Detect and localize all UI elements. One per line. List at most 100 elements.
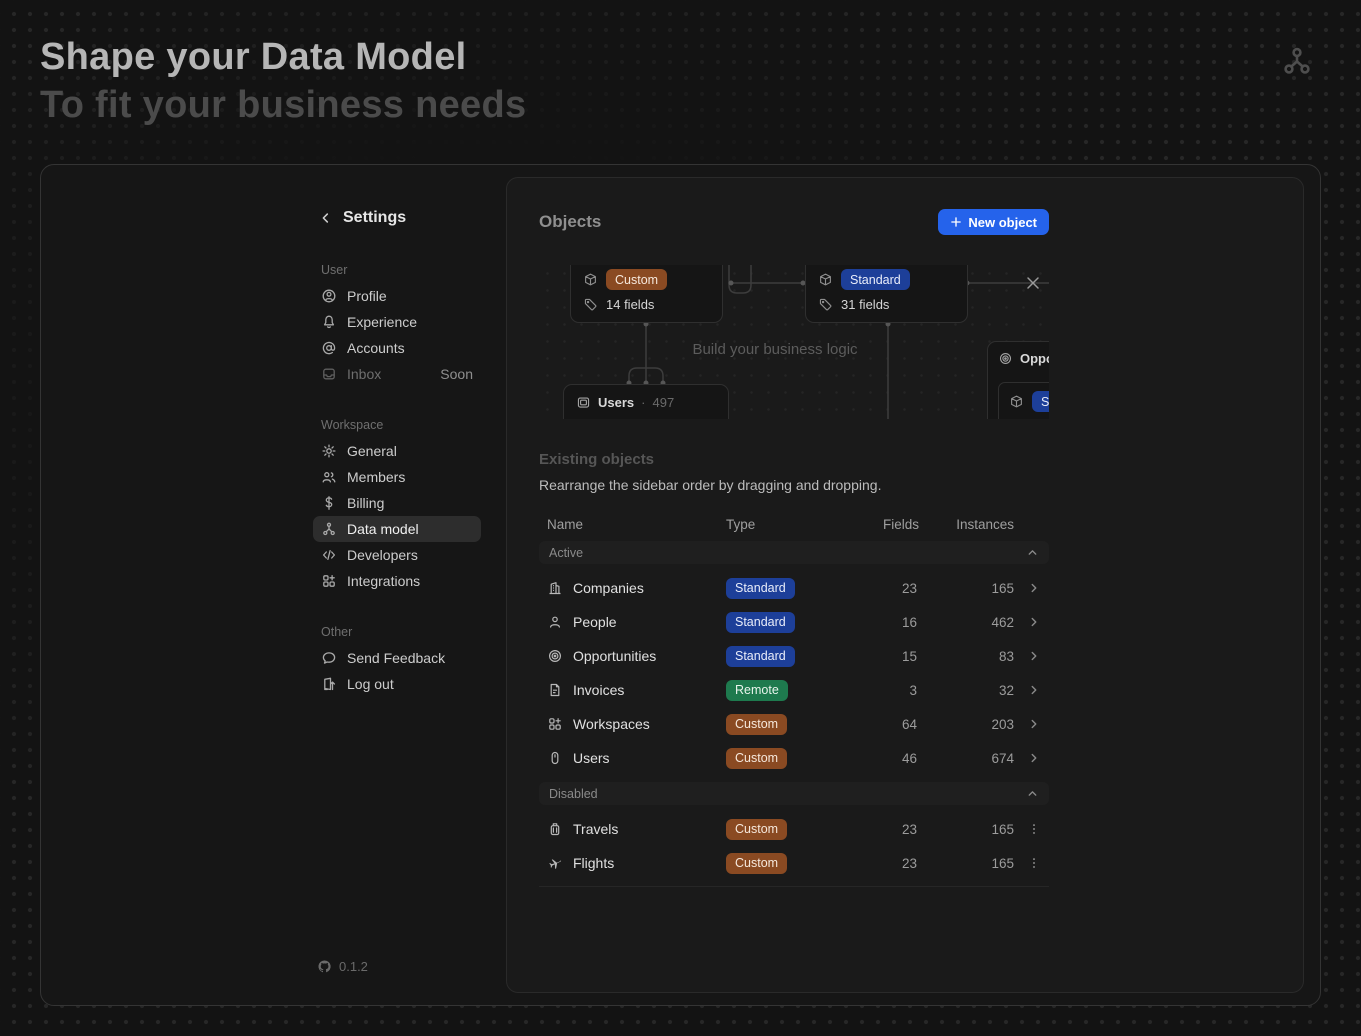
bell-icon: [321, 314, 337, 330]
settings-title: Settings: [343, 209, 406, 227]
fields-value: 16: [883, 615, 917, 630]
soon-badge: Soon: [440, 366, 473, 382]
fields-value: 23: [883, 822, 917, 837]
table-bottom-divider: [539, 886, 1049, 887]
instances-value: 203: [917, 717, 1014, 732]
type-badge: Remote: [726, 680, 788, 701]
table-row-companies[interactable]: Companies Standard 23 165: [539, 571, 1049, 605]
table-row-workspaces[interactable]: Workspaces Custom 64 203: [539, 707, 1049, 741]
row-name: People: [573, 614, 726, 630]
objects-panel: Objects New object: [506, 177, 1304, 993]
sidebar-item-accounts[interactable]: Accounts: [313, 335, 481, 361]
kebab-menu-icon[interactable]: [1014, 822, 1041, 836]
diagram-card-custom[interactable]: Custom 14 fields: [570, 265, 723, 323]
new-object-button[interactable]: New object: [938, 209, 1049, 235]
cube-icon: [1009, 394, 1024, 409]
instances-value: 165: [917, 581, 1014, 596]
sidebar-item-label: Data model: [347, 521, 419, 537]
object-name: Opportunities: [1020, 351, 1049, 366]
sidebar-item-integrations[interactable]: Integrations: [313, 568, 481, 594]
target-icon: [998, 351, 1013, 366]
logout-icon: [321, 676, 337, 692]
sidebar-item-label: Send Feedback: [347, 650, 445, 666]
chevron-right-icon[interactable]: [1014, 649, 1041, 663]
type-badge: Custom: [606, 269, 667, 290]
new-object-label: New object: [968, 215, 1037, 230]
app-window-icon: [576, 395, 591, 410]
group-label: Active: [549, 546, 583, 560]
building-icon: [547, 580, 573, 596]
github-icon: [317, 959, 332, 974]
column-type: Type: [726, 517, 883, 532]
sidebar-item-general[interactable]: General: [313, 438, 481, 464]
sidebar-item-experience[interactable]: Experience: [313, 309, 481, 335]
table-row-invoices[interactable]: Invoices Remote 3 32: [539, 673, 1049, 707]
settings-sidebar: Settings User Profile Experience Accoun: [313, 205, 481, 697]
group-header-active[interactable]: Active: [539, 541, 1049, 564]
instances-value: 165: [917, 856, 1014, 871]
page-title: Shape your Data Model: [40, 36, 467, 79]
chevron-right-icon[interactable]: [1014, 683, 1041, 697]
table-row-flights[interactable]: Flights Custom 23 165: [539, 846, 1049, 880]
chevron-right-icon[interactable]: [1014, 615, 1041, 629]
row-name: Travels: [573, 821, 726, 837]
fields-count: 31 fields: [841, 297, 889, 312]
type-badge: Standard: [841, 269, 910, 290]
app-version: 0.1.2: [313, 959, 368, 974]
chevron-left-icon[interactable]: [319, 211, 333, 225]
chevron-right-icon[interactable]: [1014, 581, 1041, 595]
table-row-users[interactable]: Users Custom 46 674: [539, 741, 1049, 775]
sidebar-item-label: Experience: [347, 314, 417, 330]
table-header: Name Type Fields Instances: [539, 514, 1049, 534]
sidebar-item-label: Developers: [347, 547, 418, 563]
table-row-opportunities[interactable]: Opportunities Standard 15 83: [539, 639, 1049, 673]
sidebar-item-members[interactable]: Members: [313, 464, 481, 490]
user-circle-icon: [321, 288, 337, 304]
settings-back[interactable]: Settings: [313, 205, 481, 231]
row-name: Invoices: [573, 682, 726, 698]
fields-count: 14 fields: [606, 297, 654, 312]
chevron-right-icon[interactable]: [1014, 717, 1041, 731]
sidebar-item-developers[interactable]: Developers: [313, 542, 481, 568]
type-badge: Standard: [726, 612, 795, 633]
fields-value: 64: [883, 717, 917, 732]
type-badge: Standard: [1032, 391, 1049, 412]
document-icon: [547, 682, 573, 698]
chevron-right-icon[interactable]: [1014, 751, 1041, 765]
sidebar-item-log-out[interactable]: Log out: [313, 671, 481, 697]
tag-icon: [583, 297, 598, 312]
diagram-card-users[interactable]: Users · 497: [563, 384, 729, 419]
tag-icon: [818, 297, 833, 312]
sidebar-item-data-model[interactable]: Data model: [313, 516, 481, 542]
table-row-travels[interactable]: Travels Custom 23 165: [539, 812, 1049, 846]
sidebar-item-label: Log out: [347, 676, 394, 692]
diagram-card-opportunities[interactable]: Opportunities Standard: [987, 341, 1049, 419]
group-header-disabled[interactable]: Disabled: [539, 782, 1049, 805]
sidebar-item-label: Inbox: [347, 366, 381, 382]
column-fields: Fields: [883, 517, 917, 532]
version-number: 0.1.2: [339, 959, 368, 974]
type-badge: Custom: [726, 819, 787, 840]
chevron-up-icon[interactable]: [1026, 546, 1039, 559]
sidebar-item-send-feedback[interactable]: Send Feedback: [313, 645, 481, 671]
person-icon: [547, 614, 573, 630]
section-label-other: Other: [313, 622, 481, 642]
chevron-up-icon[interactable]: [1026, 787, 1039, 800]
row-name: Workspaces: [573, 716, 726, 732]
fields-value: 46: [883, 751, 917, 766]
kebab-menu-icon[interactable]: [1014, 856, 1041, 870]
sidebar-item-billing[interactable]: Billing: [313, 490, 481, 516]
table-row-people[interactable]: People Standard 16 462: [539, 605, 1049, 639]
dollar-icon: [321, 495, 337, 511]
existing-objects-subheading: Rearrange the sidebar order by dragging …: [539, 477, 1049, 497]
type-badge: Standard: [726, 646, 795, 667]
data-model-network-icon: [1280, 44, 1314, 78]
diagram-card-standard[interactable]: Standard 31 fields: [805, 265, 968, 323]
data-model-diagram[interactable]: Custom 14 fields Standard: [539, 265, 1049, 419]
settings-window: Settings User Profile Experience Accoun: [40, 164, 1321, 1006]
sidebar-item-profile[interactable]: Profile: [313, 283, 481, 309]
sidebar-item-label: General: [347, 443, 397, 459]
grid-plus-icon: [547, 716, 573, 732]
luggage-icon: [547, 821, 573, 837]
inbox-icon: [321, 366, 337, 382]
